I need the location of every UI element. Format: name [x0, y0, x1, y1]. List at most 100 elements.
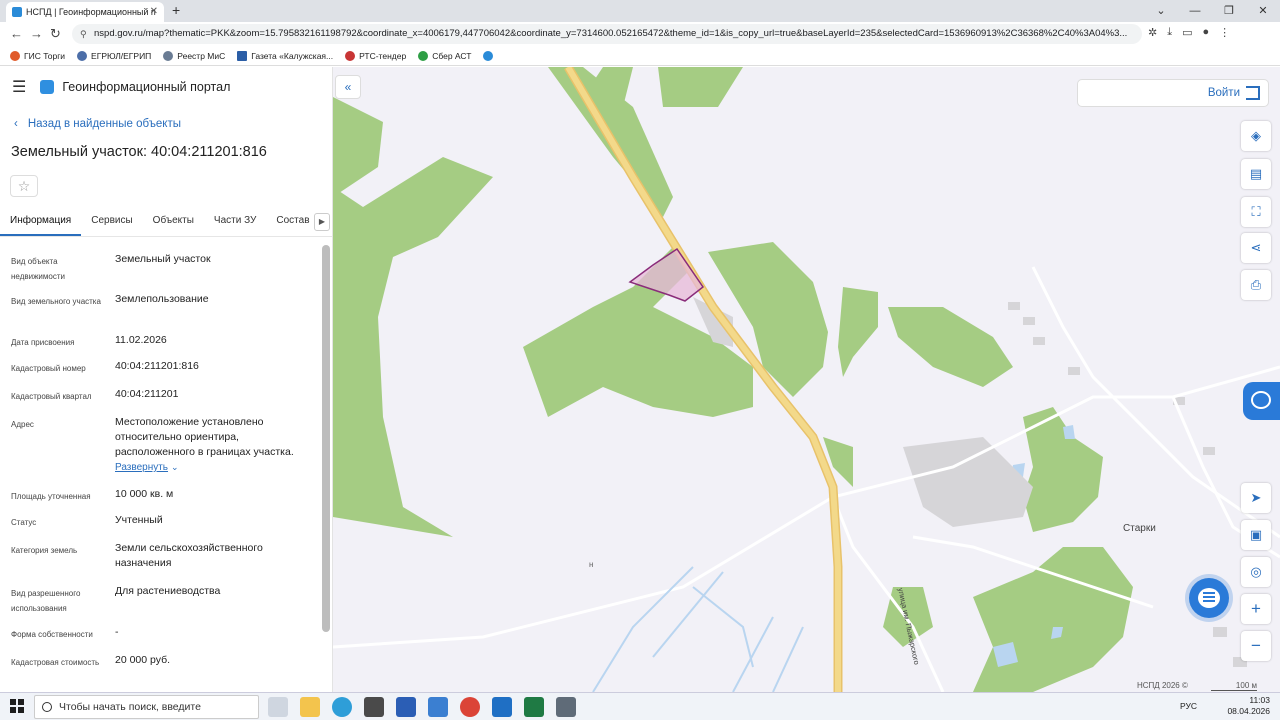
file-explorer-icon[interactable] [300, 697, 320, 717]
mail-icon[interactable] [428, 697, 448, 717]
tab-close-icon[interactable]: ✕ [150, 6, 158, 17]
address-text: Местоположение установлено относительно … [115, 416, 294, 458]
bookmark-icon [345, 50, 356, 61]
favorite-star-icon[interactable]: ☆ [10, 175, 38, 197]
bookmark-item[interactable] [483, 50, 494, 61]
taskbar-search-input[interactable]: Чтобы начать поиск, введите [34, 695, 259, 719]
taskbar: Чтобы начать поиск, введите РУС 11:03 08… [0, 692, 1280, 720]
zoom-out-button[interactable]: − [1241, 631, 1271, 661]
field-label: Площадь уточненная [11, 492, 91, 501]
puzzle-icon[interactable]: ✲ [1148, 26, 1157, 39]
bookmark-icon [77, 50, 88, 61]
portal-header: ☰ Геоинформационный портал [0, 67, 332, 107]
clock-date: 08.04.2026 [1227, 706, 1270, 716]
portal-title: Геоинформационный портал [62, 80, 231, 94]
ruler-icon[interactable]: ▤ [1241, 159, 1271, 189]
back-arrow-icon[interactable]: ← [10, 26, 23, 41]
field-label: Статус [11, 518, 37, 527]
menu-dots-icon[interactable]: ⋮ [1219, 26, 1230, 39]
tab-information[interactable]: Информация [0, 205, 82, 236]
messages-button[interactable] [1189, 578, 1229, 618]
tab-parts[interactable]: Части ЗУ [204, 205, 266, 236]
support-chat-button[interactable] [1243, 382, 1280, 420]
word-icon[interactable] [396, 697, 416, 717]
place-label: Старки [1123, 523, 1156, 534]
tab-composition[interactable]: Состав [266, 205, 319, 236]
restore-icon[interactable]: ❐ [1212, 0, 1246, 22]
system-clock[interactable]: 11:03 08.04.2026 [1227, 695, 1270, 717]
field-value: Учтенный [115, 514, 163, 526]
share-icon[interactable]: ⋖ [1241, 233, 1271, 263]
field-label: Категория земель [11, 546, 78, 555]
outlook-icon[interactable] [492, 697, 512, 717]
bookmark-item[interactable]: РТС-тендер [345, 50, 406, 61]
download-icon[interactable]: ⤓ [1167, 26, 1172, 39]
tab-objects[interactable]: Объекты [143, 205, 204, 236]
back-to-results-link[interactable]: ‹ Назад в найденные объекты [14, 118, 181, 130]
address-bar[interactable]: ⚲ nspd.gov.ru/map?thematic=PKK&zoom=15.7… [72, 24, 1142, 44]
navigation-icon[interactable]: ➤ [1241, 483, 1271, 513]
bookmark-item[interactable]: Сбер АСТ [418, 50, 471, 61]
taskbar-search-placeholder: Чтобы начать поиск, введите [59, 701, 201, 713]
browser-extensions: ✲ ⤓ ▭ ● ⋮ [1148, 26, 1230, 39]
tab-favicon-icon [12, 7, 22, 17]
tab-services[interactable]: Сервисы [81, 205, 142, 236]
search-icon [42, 702, 52, 712]
profile-icon[interactable]: ● [1203, 26, 1210, 39]
bookmark-item[interactable]: ЕГРЮЛ/ЕГРИП [77, 50, 151, 61]
login-button[interactable]: Войти [1077, 79, 1269, 107]
windows-start-icon[interactable] [10, 699, 24, 713]
chrome-icon[interactable] [460, 697, 480, 717]
bookmark-item[interactable]: Реестр МиС [163, 50, 225, 61]
excel-icon[interactable] [524, 697, 544, 717]
field-value: Для растениеводства [115, 585, 221, 597]
browser-tab-bar: НСПД | Геоинформационный п ✕ + ⌄ — ❐ ✕ [0, 0, 1280, 22]
portal-logo-icon [40, 80, 55, 94]
panel-scrollbar[interactable] [322, 245, 330, 632]
minimap-icon[interactable]: ▣ [1241, 520, 1271, 550]
locate-icon[interactable]: ◎ [1241, 557, 1271, 587]
new-tab-icon[interactable]: + [172, 2, 180, 18]
map-copyright: НСПД 2026 © [1137, 681, 1188, 690]
hamburger-menu-icon[interactable]: ☰ [12, 77, 26, 97]
layers-icon[interactable]: ◈ [1241, 121, 1271, 151]
bookmark-icon [483, 50, 494, 61]
sidebar-icon[interactable]: ▭ [1182, 26, 1192, 39]
chat-icon [1251, 391, 1271, 409]
zoom-in-button[interactable]: + [1241, 594, 1271, 624]
field-value: 40:04:211201 [115, 388, 179, 400]
task-view-icon[interactable] [268, 697, 288, 717]
field-label: Дата присвоения [11, 338, 75, 347]
language-indicator[interactable]: РУС [1180, 701, 1197, 711]
field-label: Вид земельного участка [11, 297, 101, 306]
minimize-icon[interactable]: — [1178, 0, 1212, 22]
edge-icon[interactable] [332, 697, 352, 717]
print-icon[interactable]: ⎙ [1241, 270, 1271, 300]
store-icon[interactable] [364, 697, 384, 717]
collapse-panel-button[interactable]: « [335, 75, 361, 99]
chevron-down-icon[interactable]: ⌄ [1144, 0, 1178, 22]
bookmark-item[interactable]: Газета «Калужская... [237, 50, 333, 61]
expand-link[interactable]: Развернуть [115, 462, 168, 473]
address-url: nspd.gov.ru/map?thematic=PKK&zoom=15.795… [94, 28, 1128, 39]
tabs-scroll-right-icon[interactable]: ▶ [314, 213, 330, 231]
calculator-icon[interactable] [556, 697, 576, 717]
map-canvas[interactable] [333, 67, 1280, 692]
taskbar-apps [268, 697, 576, 717]
chevron-down-icon[interactable]: ⌄ [171, 462, 179, 472]
forward-arrow-icon[interactable]: → [30, 26, 43, 41]
map-view[interactable]: « Войти ◈ ▤ ⛶ ⋖ ⎙ ➤ ▣ ◎ + − Старки н ули… [333, 67, 1280, 692]
field-label: Кадастровый квартал [11, 392, 92, 401]
select-area-icon[interactable]: ⛶ [1241, 197, 1271, 227]
field-label: Вид разрешенного использования [11, 589, 81, 613]
window-controls: ⌄ — ❐ ✕ [1144, 0, 1280, 22]
message-icon [1198, 588, 1220, 608]
reload-icon[interactable]: ↻ [50, 26, 61, 42]
field-value: - [115, 626, 119, 638]
bookmark-icon [418, 50, 429, 61]
bookmark-item[interactable]: ГИС Торги [10, 50, 65, 61]
browser-tab[interactable]: НСПД | Геоинформационный п ✕ [6, 2, 164, 22]
close-window-icon[interactable]: ✕ [1246, 0, 1280, 22]
back-label: Назад в найденные объекты [27, 118, 182, 130]
field-value: 10 000 кв. м [115, 488, 174, 500]
